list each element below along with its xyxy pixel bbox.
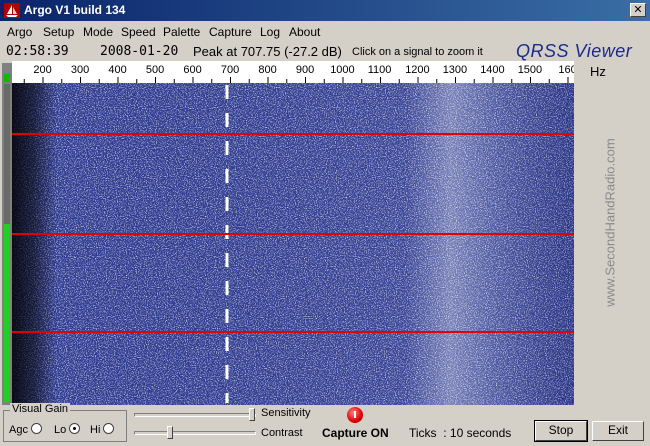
sensitivity-track (134, 413, 256, 417)
window-title: Argo V1 build 134 (24, 3, 126, 17)
peak-readout: Peak at 707.75 (-27.2 dB) (193, 44, 342, 59)
menu-setup[interactable]: Setup (43, 25, 74, 39)
gain-option-agc[interactable]: Agc (9, 423, 42, 436)
level-meter-background (4, 84, 10, 224)
waterfall-band-shading (12, 83, 574, 405)
sensitivity-thumb[interactable] (249, 408, 255, 421)
contrast-thumb[interactable] (167, 426, 173, 439)
sailboat-app-icon (4, 3, 20, 18)
menu-bar: Argo Setup Mode Speed Palette Capture Lo… (0, 21, 650, 41)
level-meter-bar (4, 224, 10, 402)
visual-gain-group: Visual Gain Agc Lo Hi (3, 403, 127, 442)
scale-label: 1300 (442, 64, 468, 76)
menu-palette[interactable]: Palette (163, 25, 200, 39)
watermark-text: www.SecondHandRadio.com (602, 138, 618, 307)
menu-argo[interactable]: Argo (7, 25, 32, 39)
scale-label: 600 (183, 64, 202, 76)
contrast-slider[interactable] (134, 426, 258, 440)
qrss-viewer-logo: QRSS Viewer (516, 41, 633, 61)
current-date: 2008-01-20 (100, 44, 179, 59)
agc-label: Agc (9, 424, 28, 436)
hi-radio[interactable] (103, 423, 115, 434)
scale-label: 300 (70, 64, 90, 76)
watermark: www.SecondHandRadio.com (600, 120, 620, 330)
scale-label: 400 (108, 64, 127, 76)
lo-label: Lo (54, 424, 67, 436)
contrast-label: Contrast (261, 427, 303, 439)
level-led (4, 74, 10, 82)
capture-status: Capture ON (322, 426, 389, 440)
gain-option-hi[interactable]: Hi (90, 423, 115, 436)
stop-button[interactable]: Stop (534, 420, 588, 442)
menu-speed[interactable]: Speed (121, 25, 156, 39)
zoom-hint: Click on a signal to zoom it (352, 46, 483, 58)
scale-label: 500 (145, 64, 165, 76)
sensitivity-slider[interactable] (134, 408, 258, 422)
waterfall-display[interactable] (12, 83, 574, 405)
title-bar: Argo V1 build 134 ✕ (0, 0, 650, 21)
ticks-readout: Ticks : 10 seconds (409, 426, 511, 440)
scale-label: 1400 (480, 64, 505, 76)
capture-power-icon[interactable] (347, 407, 363, 423)
waterfall-spectrogram (12, 83, 574, 405)
gain-option-lo[interactable]: Lo (54, 423, 81, 436)
close-window-button[interactable]: ✕ (630, 3, 646, 17)
visual-gain-label: Visual Gain (10, 403, 71, 415)
scale-label: 1200 (405, 64, 430, 76)
signal-level-meter (2, 63, 12, 405)
status-line: 02:58:39 2008-01-20 Peak at 707.75 (-27.… (0, 41, 650, 61)
contrast-track (134, 431, 256, 435)
frequency-scale[interactable]: 200 300 400 500 600 700 800 900 1000 1100 1200 1300… (12, 61, 574, 83)
frequency-unit-label: Hz (590, 64, 606, 79)
agc-radio[interactable] (30, 423, 42, 434)
scale-label: 700 (220, 64, 240, 76)
menu-about[interactable]: About (289, 25, 320, 39)
scale-label: 800 (258, 64, 277, 76)
lo-radio[interactable] (69, 423, 81, 434)
scale-label: 200 (33, 64, 52, 76)
scale-label: 900 (295, 64, 315, 76)
ticks-label: Ticks (409, 426, 437, 440)
menu-log[interactable]: Log (260, 25, 280, 39)
scale-label: 1000 (330, 64, 355, 76)
menu-capture[interactable]: Capture (209, 25, 252, 39)
ticks-value: : 10 seconds (443, 426, 512, 440)
scale-label: 1500 (517, 64, 543, 76)
utc-clock: 02:58:39 (6, 44, 69, 59)
menu-mode[interactable]: Mode (83, 25, 113, 39)
hi-label: Hi (90, 424, 101, 436)
scale-label: 160 (558, 64, 574, 76)
sensitivity-label: Sensitivity (261, 407, 311, 419)
exit-button[interactable]: Exit (592, 421, 644, 441)
scale-label: 1100 (367, 64, 392, 76)
